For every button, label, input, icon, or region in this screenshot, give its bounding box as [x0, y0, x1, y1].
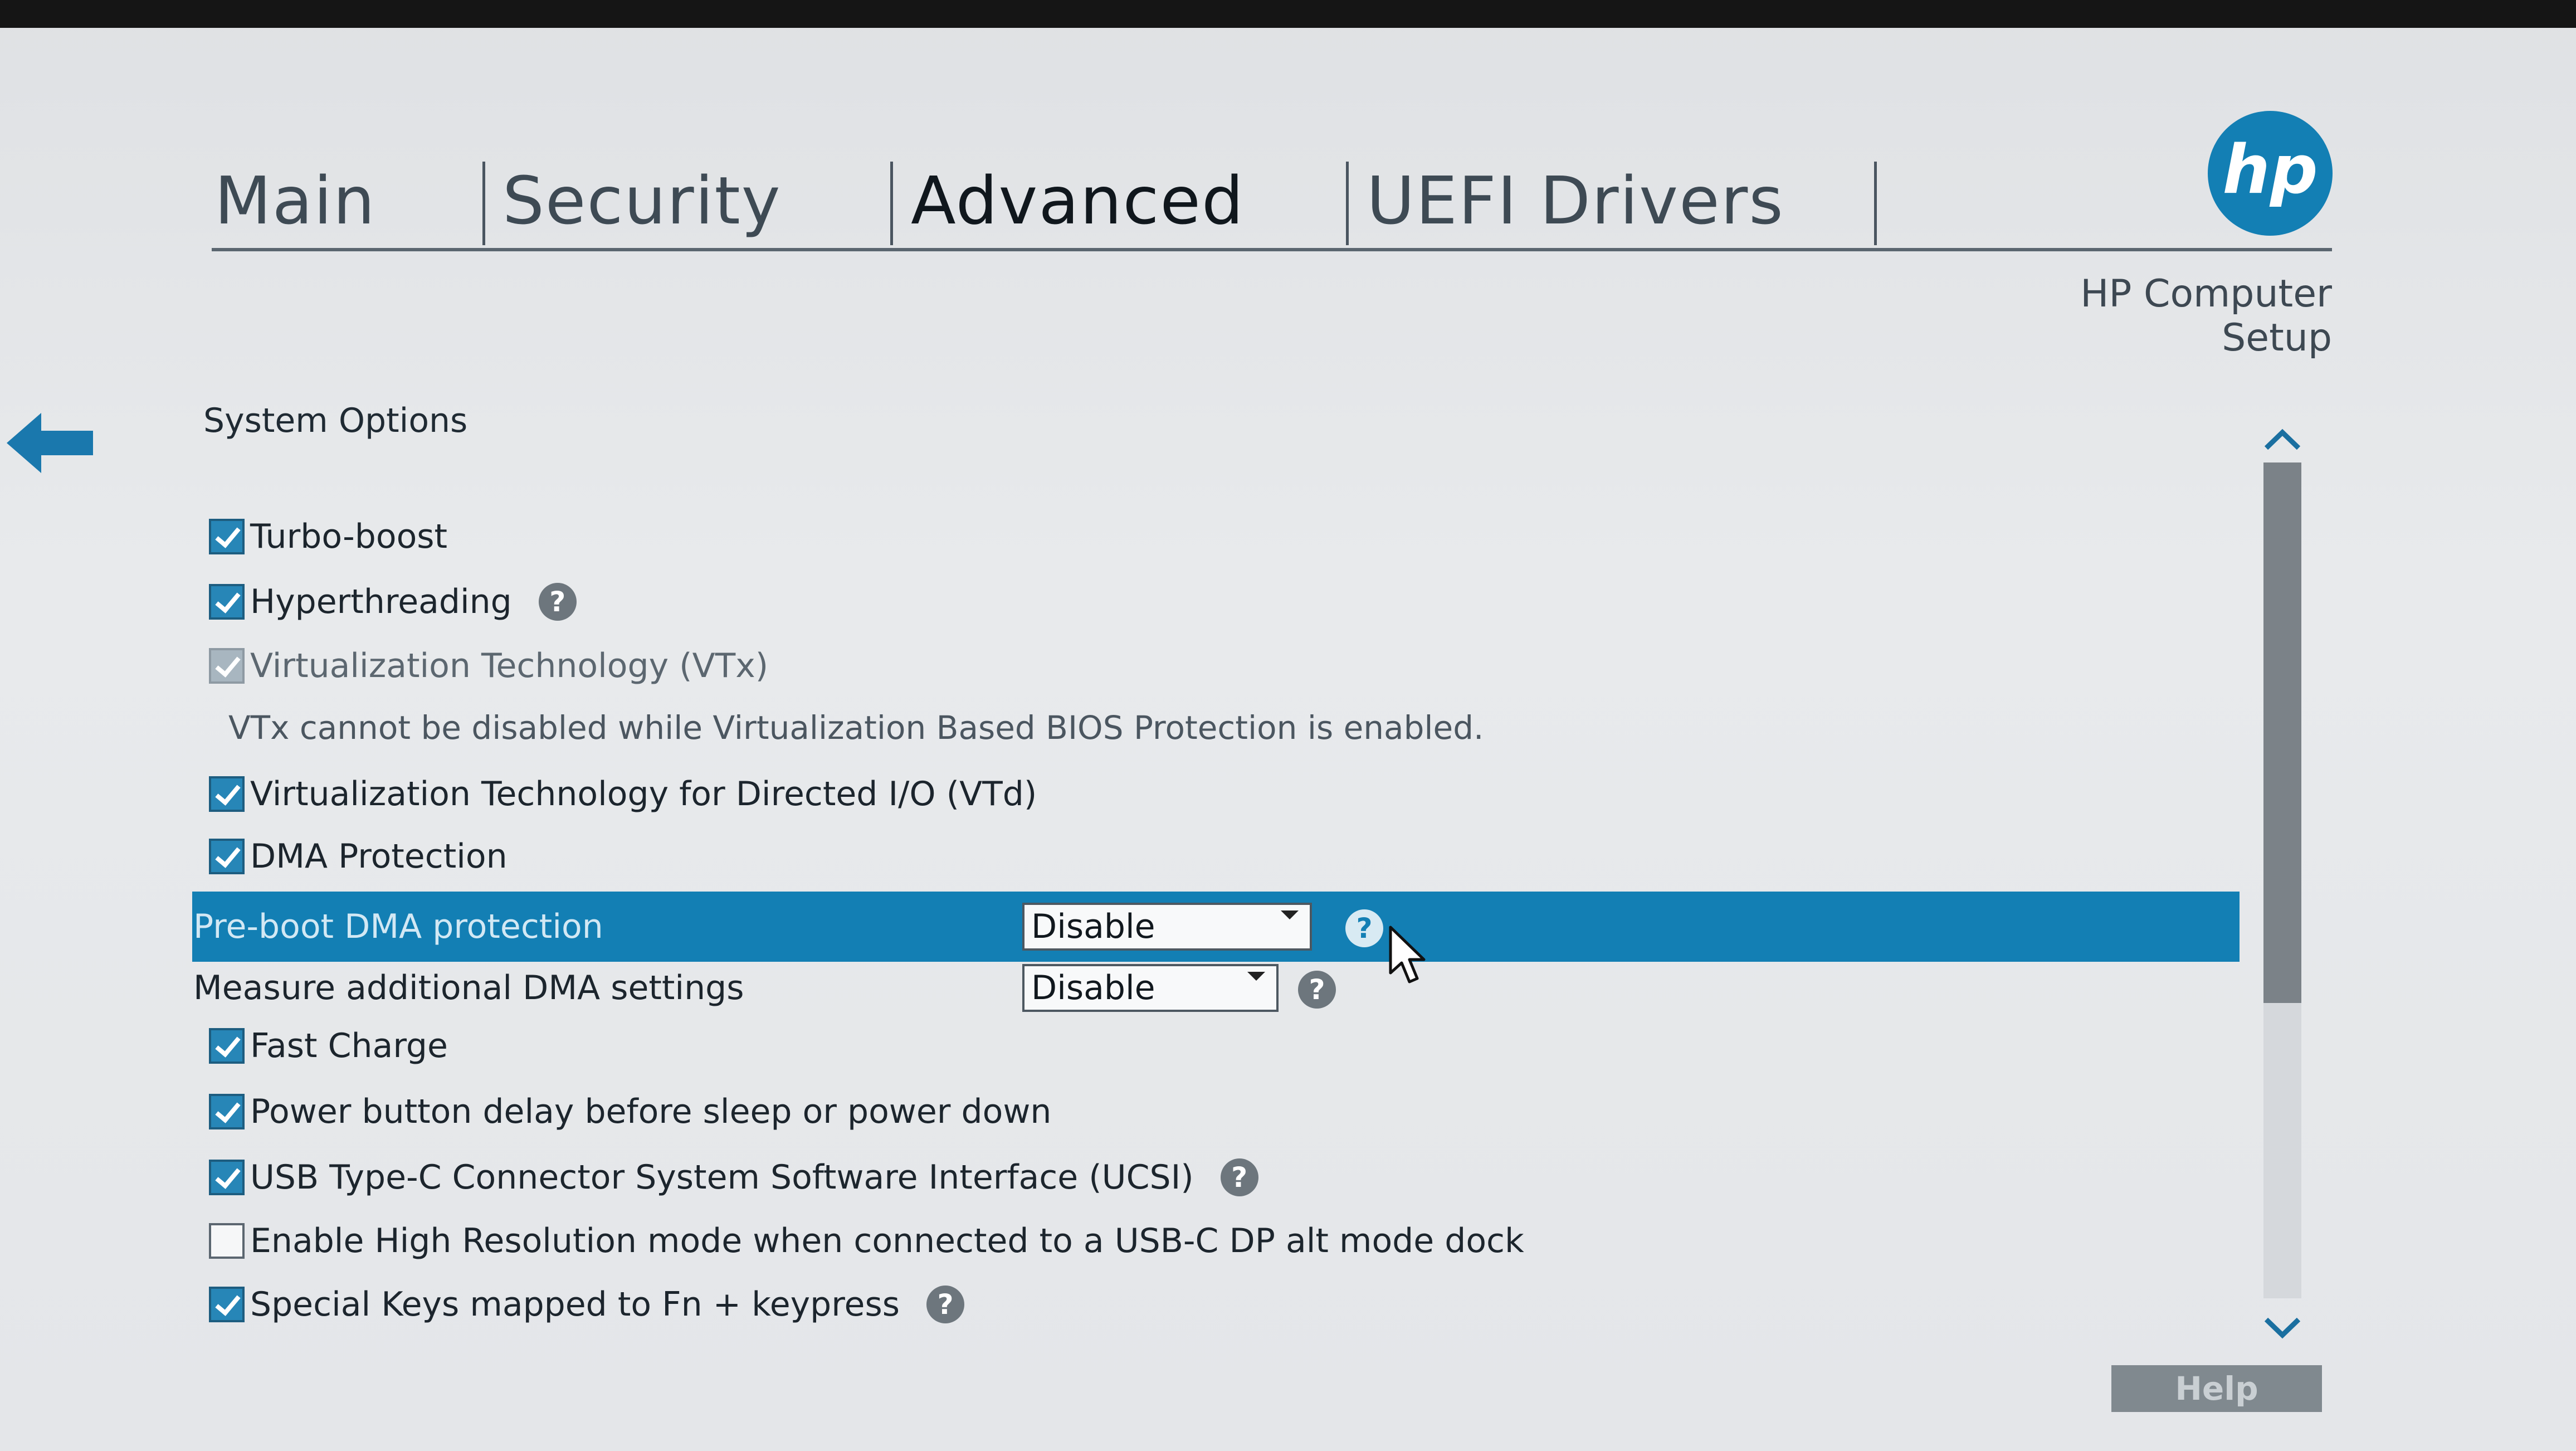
scrollbar-thumb[interactable] — [2263, 462, 2301, 1003]
option-label: Fast Charge — [250, 1026, 448, 1065]
ucsi-checkbox[interactable] — [209, 1160, 245, 1195]
special-keys-checkbox[interactable] — [209, 1287, 245, 1322]
select-value: Disable — [1031, 968, 1155, 1007]
option-dma-protection[interactable]: DMA Protection — [209, 831, 508, 882]
option-ucsi[interactable]: USB Type-C Connector System Software Int… — [209, 1152, 1258, 1202]
option-power-button-delay[interactable]: Power button delay before sleep or power… — [209, 1087, 1051, 1137]
dropdown-caret-icon — [1247, 972, 1265, 981]
dropdown-caret-icon — [1281, 910, 1299, 919]
option-label: Enable High Resolution mode when connect… — [250, 1221, 1524, 1260]
help-icon[interactable]: ? — [538, 583, 577, 621]
tab-uefi-drivers[interactable]: UEFI Drivers — [1367, 159, 1784, 242]
select-row-measure-dma[interactable]: Measure additional DMA settings Disable … — [192, 953, 2240, 1023]
select-value: Disable — [1031, 907, 1155, 946]
option-vtx: Virtualization Technology (VTx) — [209, 641, 768, 691]
option-turbo-boost[interactable]: Turbo-boost — [209, 512, 447, 562]
select-row-preboot-dma[interactable]: Pre-boot DMA protection Disable ? — [192, 892, 2240, 962]
option-fast-charge[interactable]: Fast Charge — [209, 1021, 448, 1071]
product-name: HP Computer Setup — [2080, 272, 2332, 360]
select-label: Measure additional DMA settings — [193, 968, 744, 1007]
tab-main[interactable]: Main — [214, 159, 376, 242]
vtd-checkbox[interactable] — [209, 776, 245, 812]
tab-separator — [890, 162, 893, 245]
vtx-note: VTx cannot be disabled while Virtualizat… — [228, 709, 1484, 747]
help-icon[interactable]: ? — [926, 1286, 964, 1323]
screen-bezel — [0, 0, 2576, 28]
power-button-delay-checkbox[interactable] — [209, 1094, 245, 1129]
help-button[interactable]: Help — [2111, 1365, 2322, 1412]
option-high-resolution-mode[interactable]: Enable High Resolution mode when connect… — [209, 1216, 1524, 1266]
fast-charge-checkbox[interactable] — [209, 1028, 245, 1064]
dma-protection-checkbox[interactable] — [209, 839, 245, 874]
tab-separator — [1346, 162, 1349, 245]
vtx-checkbox — [209, 648, 245, 684]
tab-separator — [1874, 162, 1877, 245]
section-title: System Options — [203, 401, 468, 440]
hp-logo: hp — [2208, 111, 2333, 236]
chevron-up-icon[interactable] — [2262, 427, 2303, 452]
tab-bar: Main Security Advanced UEFI Drivers — [212, 150, 2332, 262]
tab-separator — [482, 162, 485, 245]
option-label: Turbo-boost — [250, 517, 448, 556]
mouse-pointer-icon — [1389, 926, 1426, 983]
high-resolution-mode-checkbox[interactable] — [209, 1223, 245, 1259]
tab-underline — [212, 248, 2332, 251]
option-vtd[interactable]: Virtualization Technology for Directed I… — [209, 769, 1037, 819]
option-label: Virtualization Technology (VTx) — [250, 646, 769, 685]
back-arrow-icon[interactable] — [7, 410, 96, 476]
preboot-dma-select[interactable]: Disable — [1022, 903, 1312, 951]
option-label: DMA Protection — [250, 837, 508, 876]
option-label: USB Type-C Connector System Software Int… — [250, 1158, 1194, 1197]
help-icon[interactable]: ? — [1298, 971, 1336, 1009]
option-label: Virtualization Technology for Directed I… — [250, 775, 1037, 814]
help-icon[interactable]: ? — [1345, 909, 1383, 947]
option-hyperthreading[interactable]: Hyperthreading ? — [209, 577, 577, 627]
select-label: Pre-boot DMA protection — [193, 907, 603, 946]
option-label: Special Keys mapped to Fn + keypress — [250, 1285, 900, 1324]
option-label: Hyperthreading — [250, 582, 512, 621]
chevron-down-icon[interactable] — [2262, 1315, 2303, 1341]
tab-advanced[interactable]: Advanced — [911, 159, 1245, 242]
option-special-keys[interactable]: Special Keys mapped to Fn + keypress ? — [209, 1279, 964, 1330]
option-label: Power button delay before sleep or power… — [250, 1092, 1052, 1131]
help-icon[interactable]: ? — [1220, 1158, 1258, 1196]
hyperthreading-checkbox[interactable] — [209, 584, 245, 620]
turbo-boost-checkbox[interactable] — [209, 519, 245, 554]
measure-dma-select[interactable]: Disable — [1022, 964, 1279, 1012]
hp-logo-text: hp — [2222, 132, 2318, 209]
tab-security[interactable]: Security — [502, 159, 782, 242]
